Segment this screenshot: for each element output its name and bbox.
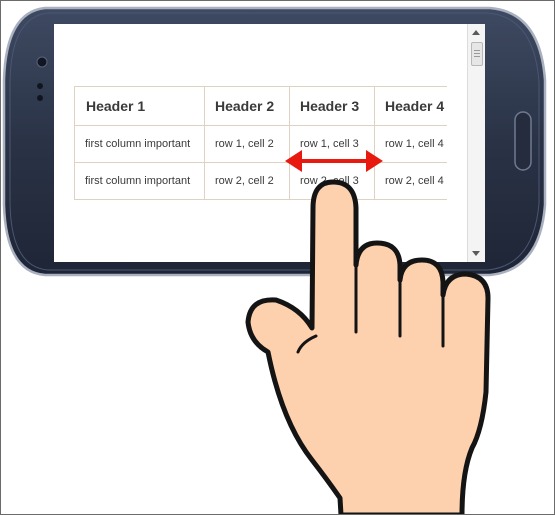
gesture-overlay [245, 150, 491, 515]
hand-icon [245, 179, 491, 515]
swipe-arrow-icon [285, 150, 383, 172]
